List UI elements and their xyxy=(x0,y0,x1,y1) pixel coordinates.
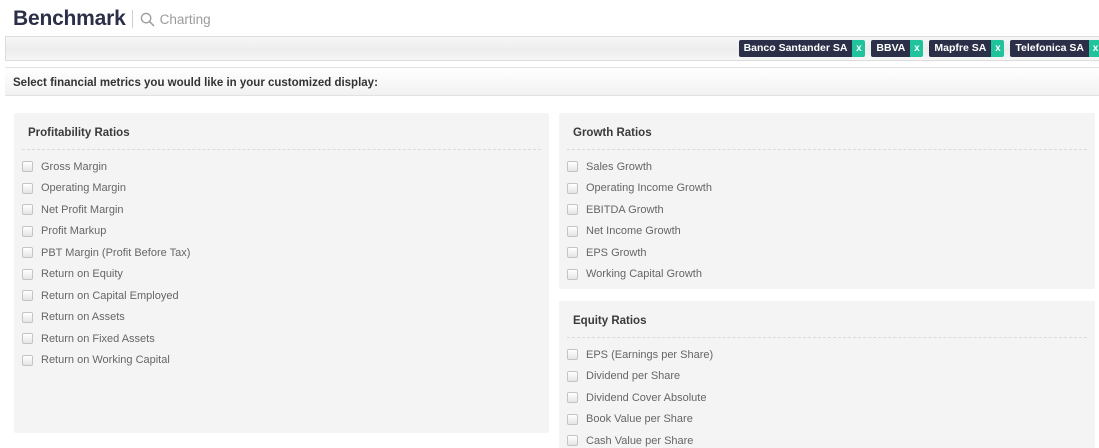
metric-checkbox[interactable] xyxy=(567,392,578,404)
panel-title: Equity Ratios xyxy=(573,315,647,327)
metric-label: Sales Growth xyxy=(586,160,653,173)
metric-option[interactable]: Working Capital Growth xyxy=(567,264,712,286)
instruction-bar: Select financial metrics you would like … xyxy=(5,67,1099,96)
panel-divider xyxy=(567,149,1087,150)
metric-list: EPS (Earnings per Share) Dividend per Sha… xyxy=(567,344,713,448)
metric-option[interactable]: Return on Fixed Assets xyxy=(22,328,190,350)
charting-link[interactable]: Charting xyxy=(140,12,211,27)
search-icon xyxy=(140,12,154,26)
page-title: Benchmark xyxy=(13,7,126,30)
page-header: Benchmark Charting xyxy=(13,6,211,32)
metric-checkbox[interactable] xyxy=(22,225,33,237)
metric-option[interactable]: Profit Markup xyxy=(22,221,190,243)
metric-label: Dividend per Share xyxy=(586,370,681,383)
metric-checkbox[interactable] xyxy=(567,204,578,216)
metric-label: Net Income Growth xyxy=(586,225,681,238)
company-tag: Mapfre SA x xyxy=(929,40,1005,57)
metric-label: Operating Margin xyxy=(41,182,126,195)
metric-checkbox[interactable] xyxy=(567,349,578,361)
metric-checkbox[interactable] xyxy=(22,204,33,216)
metric-option[interactable]: Operating Margin xyxy=(22,178,190,200)
metric-checkbox[interactable] xyxy=(567,225,578,237)
metric-checkbox[interactable] xyxy=(567,182,578,194)
metric-checkbox[interactable] xyxy=(22,182,33,194)
metric-option[interactable]: EPS Growth xyxy=(567,242,712,264)
company-tag-label: Banco Santander SA xyxy=(738,40,853,57)
metric-option[interactable]: Gross Margin xyxy=(22,156,190,178)
panel-divider xyxy=(567,337,1087,338)
metric-checkbox[interactable] xyxy=(22,290,33,302)
charting-label: Charting xyxy=(159,11,211,27)
metric-label: Operating Income Growth xyxy=(586,182,712,195)
panel-divider xyxy=(22,149,541,150)
company-tag-label: BBVA xyxy=(871,40,911,57)
metric-label: Return on Assets xyxy=(41,311,125,324)
metric-list: Gross Margin Operating Margin Net Profit M… xyxy=(22,156,190,371)
instruction-text: Select financial metrics you would like … xyxy=(13,77,378,89)
metric-label: Profit Markup xyxy=(41,225,107,238)
metric-label: Net Profit Margin xyxy=(41,203,124,216)
metric-checkbox[interactable] xyxy=(22,333,33,345)
metric-option[interactable]: EPS (Earnings per Share) xyxy=(567,344,713,366)
profitability-panel: Profitability Ratios Gross Margin Operati… xyxy=(14,113,549,433)
remove-company-button[interactable]: x xyxy=(852,40,866,57)
metric-checkbox[interactable] xyxy=(567,161,578,173)
panel-title: Profitability Ratios xyxy=(28,127,130,139)
metric-option[interactable]: PBT Margin (Profit Before Tax) xyxy=(22,242,190,264)
metric-label: Dividend Cover Absolute xyxy=(586,391,707,404)
metric-option[interactable]: Return on Equity xyxy=(22,264,190,286)
metric-option[interactable]: Cash Value per Share xyxy=(567,430,713,448)
metric-label: Return on Fixed Assets xyxy=(41,332,155,345)
metric-option[interactable]: Net Income Growth xyxy=(567,221,712,243)
metric-option[interactable]: EBITDA Growth xyxy=(567,199,712,221)
metric-label: EPS (Earnings per Share) xyxy=(586,348,714,361)
remove-company-button[interactable]: x xyxy=(910,40,924,57)
metric-checkbox[interactable] xyxy=(22,268,33,280)
metric-checkbox[interactable] xyxy=(567,413,578,425)
metric-label: Return on Capital Employed xyxy=(41,289,179,302)
remove-company-button[interactable]: x xyxy=(991,40,1005,57)
metric-checkbox[interactable] xyxy=(22,354,33,366)
metric-option[interactable]: Operating Income Growth xyxy=(567,178,712,200)
metric-label: Return on Working Capital xyxy=(41,354,170,367)
company-tag: Telefonica SA x xyxy=(1010,40,1099,57)
equity-panel: Equity Ratios EPS (Earnings per Share) Di… xyxy=(559,301,1095,448)
metric-label: Return on Equity xyxy=(41,268,123,281)
metric-checkbox[interactable] xyxy=(567,370,578,382)
metric-option[interactable]: Dividend per Share xyxy=(567,366,713,388)
metric-option[interactable]: Dividend Cover Absolute xyxy=(567,387,713,409)
metric-label: EPS Growth xyxy=(586,246,647,259)
metric-list: Sales Growth Operating Income Growth EBITD… xyxy=(567,156,712,285)
metric-label: EBITDA Growth xyxy=(586,203,664,216)
company-tag-label: Telefonica SA xyxy=(1010,40,1089,57)
metric-label: Cash Value per Share xyxy=(586,434,694,447)
metric-option[interactable]: Net Profit Margin xyxy=(22,199,190,221)
metric-checkbox[interactable] xyxy=(22,311,33,323)
metric-option[interactable]: Book Value per Share xyxy=(567,409,713,431)
growth-panel: Growth Ratios Sales Growth Operating Inco… xyxy=(559,113,1095,289)
panel-title: Growth Ratios xyxy=(573,127,652,139)
metric-option[interactable]: Return on Assets xyxy=(22,307,190,329)
metric-option[interactable]: Return on Working Capital xyxy=(22,350,190,372)
company-tags: Banco Santander SA x BBVA x Mapfre SA x Telefo… xyxy=(733,40,1099,57)
metric-checkbox[interactable] xyxy=(22,161,33,173)
metric-checkbox[interactable] xyxy=(22,247,33,259)
company-bar: Banco Santander SA x BBVA x Mapfre SA x Telefo… xyxy=(5,36,1099,61)
remove-company-button[interactable]: x xyxy=(1089,40,1099,57)
metric-checkbox[interactable] xyxy=(567,268,578,280)
metric-label: PBT Margin (Profit Before Tax) xyxy=(41,246,191,259)
title-divider xyxy=(131,10,133,28)
metric-label: Book Value per Share xyxy=(586,413,693,426)
company-tag: Banco Santander SA x xyxy=(738,40,866,57)
metric-checkbox[interactable] xyxy=(567,435,578,447)
metric-label: Gross Margin xyxy=(41,160,108,173)
metric-label: Working Capital Growth xyxy=(586,268,702,281)
metric-checkbox[interactable] xyxy=(567,247,578,259)
metric-option[interactable]: Return on Capital Employed xyxy=(22,285,190,307)
company-tag-label: Mapfre SA xyxy=(929,40,992,57)
company-tag: BBVA x xyxy=(871,40,924,57)
metric-option[interactable]: Sales Growth xyxy=(567,156,712,178)
